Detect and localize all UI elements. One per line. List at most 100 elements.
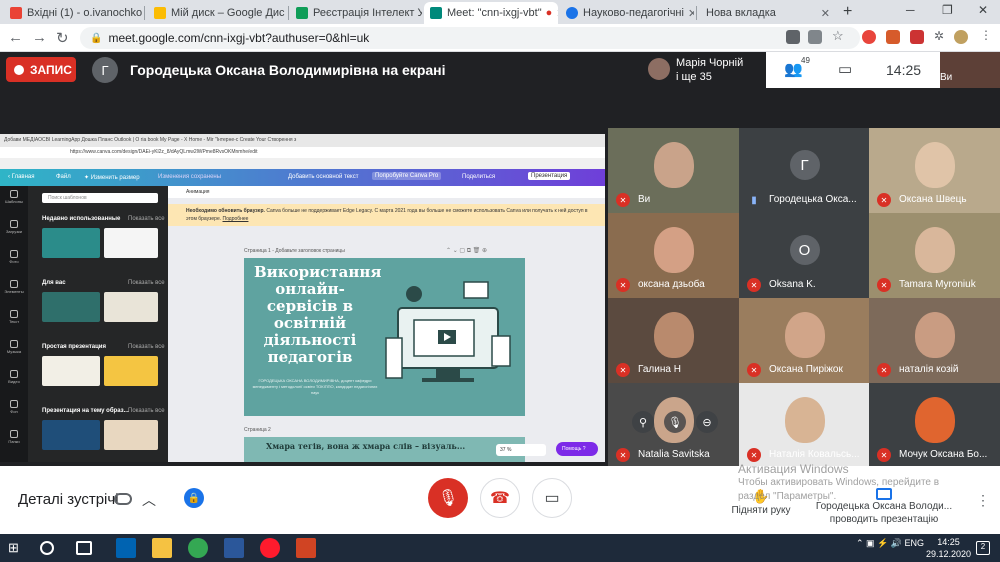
camera-button[interactable]: ▭ — [532, 478, 572, 518]
recording-badge[interactable]: ЗАПИС — [6, 57, 76, 82]
canva-home-link[interactable]: ‹ Главная — [8, 174, 35, 180]
task-view-icon[interactable] — [76, 541, 92, 555]
chat-icon[interactable]: ▭ — [838, 60, 852, 78]
chevron-up-icon[interactable]: ︿ — [142, 490, 156, 510]
sidebar-item-text[interactable]: Текст — [4, 310, 24, 324]
participant-tile[interactable]: ✕ Мочук Оксана Бо... — [869, 383, 1000, 468]
template-thumbnail[interactable] — [42, 420, 100, 450]
translate-icon[interactable] — [808, 30, 822, 44]
canva-add-text[interactable]: Добавить основной текст — [288, 174, 359, 180]
reload-button[interactable]: ↻ — [56, 29, 69, 47]
slide-1[interactable]: Використання онлайн-сервісів в освітній … — [244, 258, 525, 416]
participant-tile[interactable]: ✕ Наталія Ковальсь... — [739, 383, 870, 468]
sidebar-item-video[interactable]: Видео — [4, 370, 24, 384]
more-options-icon[interactable]: ⋮ — [976, 492, 990, 509]
canva-resize-button[interactable]: ✦ Изменить размер — [84, 174, 140, 181]
close-icon[interactable]: ✕ — [817, 7, 830, 20]
browser-tab-active[interactable]: Meet: "cnn-ixgj-vbt"●✕ — [424, 2, 558, 24]
search-icon[interactable] — [40, 541, 54, 555]
pin-icon[interactable]: ⚲ — [632, 411, 654, 433]
template-thumbnail[interactable] — [42, 228, 100, 258]
sidebar-item-photos[interactable]: Фото — [4, 250, 24, 264]
sidebar-item-background[interactable]: Фон — [4, 400, 24, 414]
template-thumbnail[interactable] — [42, 356, 100, 386]
slide-2[interactable]: Хмара тегів, вона ж хмара слів – візуаль… — [244, 437, 525, 462]
puzzle-icon[interactable]: ✲ — [934, 29, 948, 43]
participants-preview[interactable]: Марія Чорній і ще 35 — [642, 52, 766, 88]
canva-file-menu[interactable]: Файл — [56, 174, 71, 180]
template-thumbnail[interactable] — [104, 356, 158, 386]
browser-tab[interactable]: Вхідні (1) - o.ivanochko✕ — [4, 2, 142, 24]
star-icon[interactable]: ☆ — [832, 28, 846, 43]
chrome-icon[interactable] — [188, 538, 208, 558]
sidebar-item-templates[interactable]: Шаблоны — [4, 190, 24, 204]
taskbar-clock[interactable]: 14:25 29.12.2020 — [926, 536, 971, 560]
help-button[interactable]: Помощь ? — [556, 442, 598, 456]
opera-icon[interactable] — [260, 538, 280, 558]
shield-icon[interactable]: 🔒 — [184, 488, 204, 508]
zoom-control[interactable]: 37 % — [496, 444, 546, 456]
participant-tile[interactable]: Г ▮ Городецька Окса... — [739, 128, 870, 213]
word-icon[interactable] — [224, 538, 244, 558]
show-all-link[interactable]: Показать все — [128, 344, 168, 350]
participant-tile[interactable]: ✕ Natalia Savitska ⚲ 🎙 ⊖ — [608, 383, 739, 468]
participant-tile[interactable]: ✕ наталія козій — [869, 298, 1000, 383]
template-thumbnail[interactable] — [42, 292, 100, 322]
maximize-button[interactable]: ❐ — [942, 3, 953, 17]
browser-tab[interactable]: Мій диск – Google Дис✕ — [148, 2, 286, 24]
people-icon[interactable]: 👥 — [784, 60, 803, 78]
show-all-link[interactable]: Показать все — [128, 216, 168, 222]
extension-icon[interactable] — [886, 30, 900, 44]
remove-icon[interactable]: ⊖ — [696, 411, 718, 433]
extension-icon[interactable] — [862, 30, 876, 44]
extension-icon[interactable] — [910, 30, 924, 44]
sidebar-item-elements[interactable]: Элементы — [4, 280, 24, 294]
browser-tab[interactable]: Науково-педагогічні ✕ — [560, 2, 694, 24]
participant-tile[interactable]: ✕ Галина Н — [608, 298, 739, 383]
keyboard-language[interactable]: ENG — [904, 538, 924, 548]
close-icon[interactable]: ✕ — [285, 7, 286, 20]
participant-tile[interactable]: ✕ Оксана Швець — [869, 128, 1000, 213]
participant-tile[interactable]: ✕ Ви — [608, 128, 739, 213]
canva-share-button[interactable]: Поделиться — [462, 174, 495, 180]
animation-button[interactable]: Анимация — [168, 186, 605, 198]
browser-tab[interactable]: Нова вкладка ✕ — [700, 2, 836, 24]
camera-icon[interactable] — [786, 30, 800, 44]
mute-icon[interactable]: 🎙 — [664, 411, 686, 433]
powerpoint-icon[interactable] — [296, 538, 316, 558]
back-button[interactable]: ← — [8, 29, 23, 46]
show-all-link[interactable]: Показать все — [128, 280, 168, 286]
canva-pro-button[interactable]: Попробуйте Canva Pro — [372, 172, 442, 180]
template-thumbnail[interactable] — [104, 420, 158, 450]
microphone-button[interactable]: 🎙 — [428, 478, 468, 518]
new-tab-button[interactable]: + — [843, 3, 852, 21]
self-view-tile[interactable]: Ви — [940, 52, 1000, 88]
file-explorer-icon[interactable] — [152, 538, 172, 558]
profile-avatar[interactable] — [954, 30, 968, 44]
canva-present-button[interactable]: Презентация — [528, 172, 571, 180]
end-call-button[interactable]: ☎ — [480, 478, 520, 518]
warning-more-link[interactable]: Подробнее — [223, 216, 249, 222]
participant-tile[interactable]: ✕ оксана дзьоба — [608, 213, 739, 298]
template-thumbnail[interactable] — [104, 292, 158, 322]
show-all-link[interactable]: Показать все — [128, 408, 168, 414]
system-tray[interactable]: ⌃ ▣ ⚡ 🔊 ENG — [856, 538, 924, 549]
meeting-details-button[interactable]: Деталі зустрічі — [18, 491, 119, 508]
template-thumbnail[interactable] — [104, 228, 158, 258]
sidebar-item-uploads[interactable]: Загрузки — [4, 220, 24, 234]
minimize-button[interactable]: ─ — [906, 3, 915, 17]
sidebar-item-music[interactable]: Музыка — [4, 340, 24, 354]
forward-button[interactable]: → — [32, 29, 47, 46]
close-window-button[interactable]: ✕ — [978, 3, 988, 17]
close-icon[interactable]: ✕ — [684, 7, 694, 20]
template-search-input[interactable]: Поиск шаблонов — [42, 193, 158, 203]
menu-icon[interactable]: ⋮ — [980, 28, 994, 42]
participant-tile[interactable]: ✕ Оксана Пиріжок — [739, 298, 870, 383]
sidebar-item-folders[interactable]: Папки — [4, 430, 24, 444]
save-icon[interactable] — [116, 538, 136, 558]
windows-start-icon[interactable]: ⊞ — [8, 540, 28, 560]
browser-tab[interactable]: Реєстрація Інтелект Ук✕ — [290, 2, 422, 24]
close-icon[interactable]: ✕ — [552, 7, 558, 20]
attachment-icon[interactable] — [114, 493, 132, 505]
participant-tile[interactable]: O ✕ Oksana K. — [739, 213, 870, 298]
